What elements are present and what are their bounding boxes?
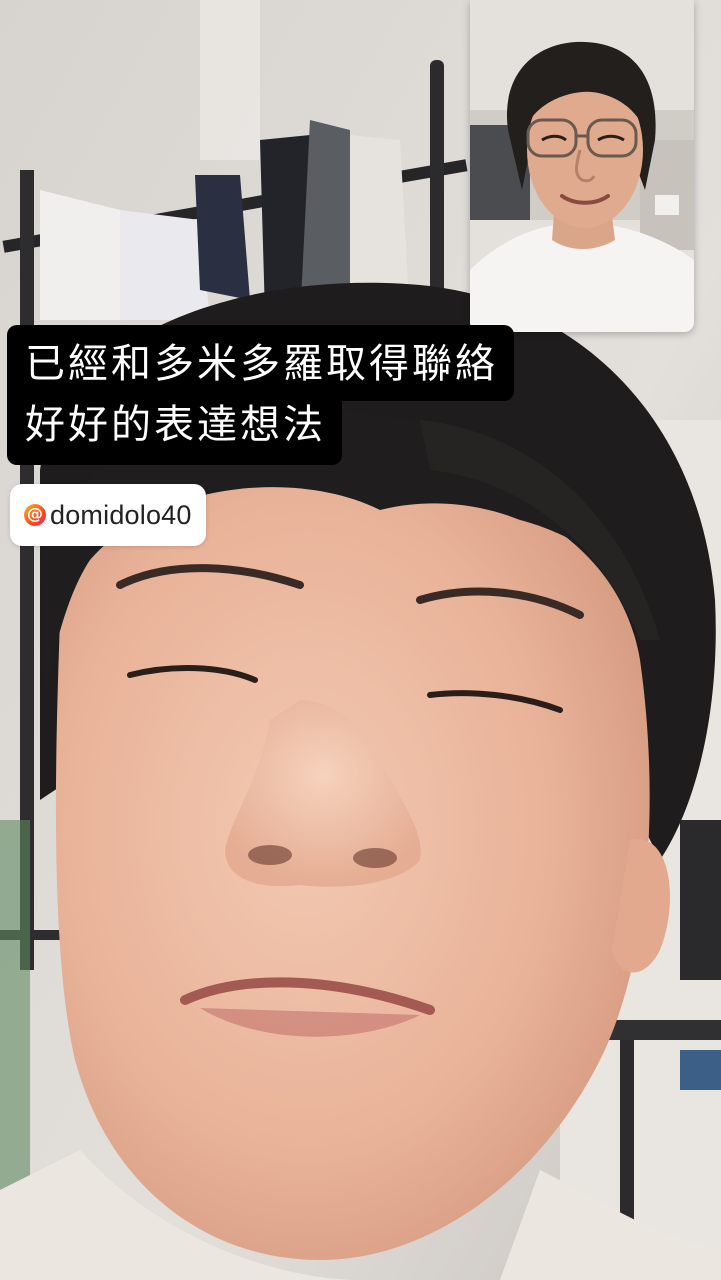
caption-line-1: 已經和多米多羅取得聯絡 <box>7 325 514 401</box>
pip-feed-illustration <box>470 0 694 332</box>
caption-overlay: 已經和多米多羅取得聯絡 好好的表達想法 <box>7 325 514 465</box>
handle-text: domidolo40 <box>50 499 192 530</box>
caption-line-2: 好好的表達想法 <box>7 399 342 465</box>
threads-icon: @ <box>24 504 46 526</box>
pip-video-feed[interactable] <box>470 0 694 332</box>
threads-handle-tag[interactable]: @ domidolo40 <box>10 484 206 546</box>
